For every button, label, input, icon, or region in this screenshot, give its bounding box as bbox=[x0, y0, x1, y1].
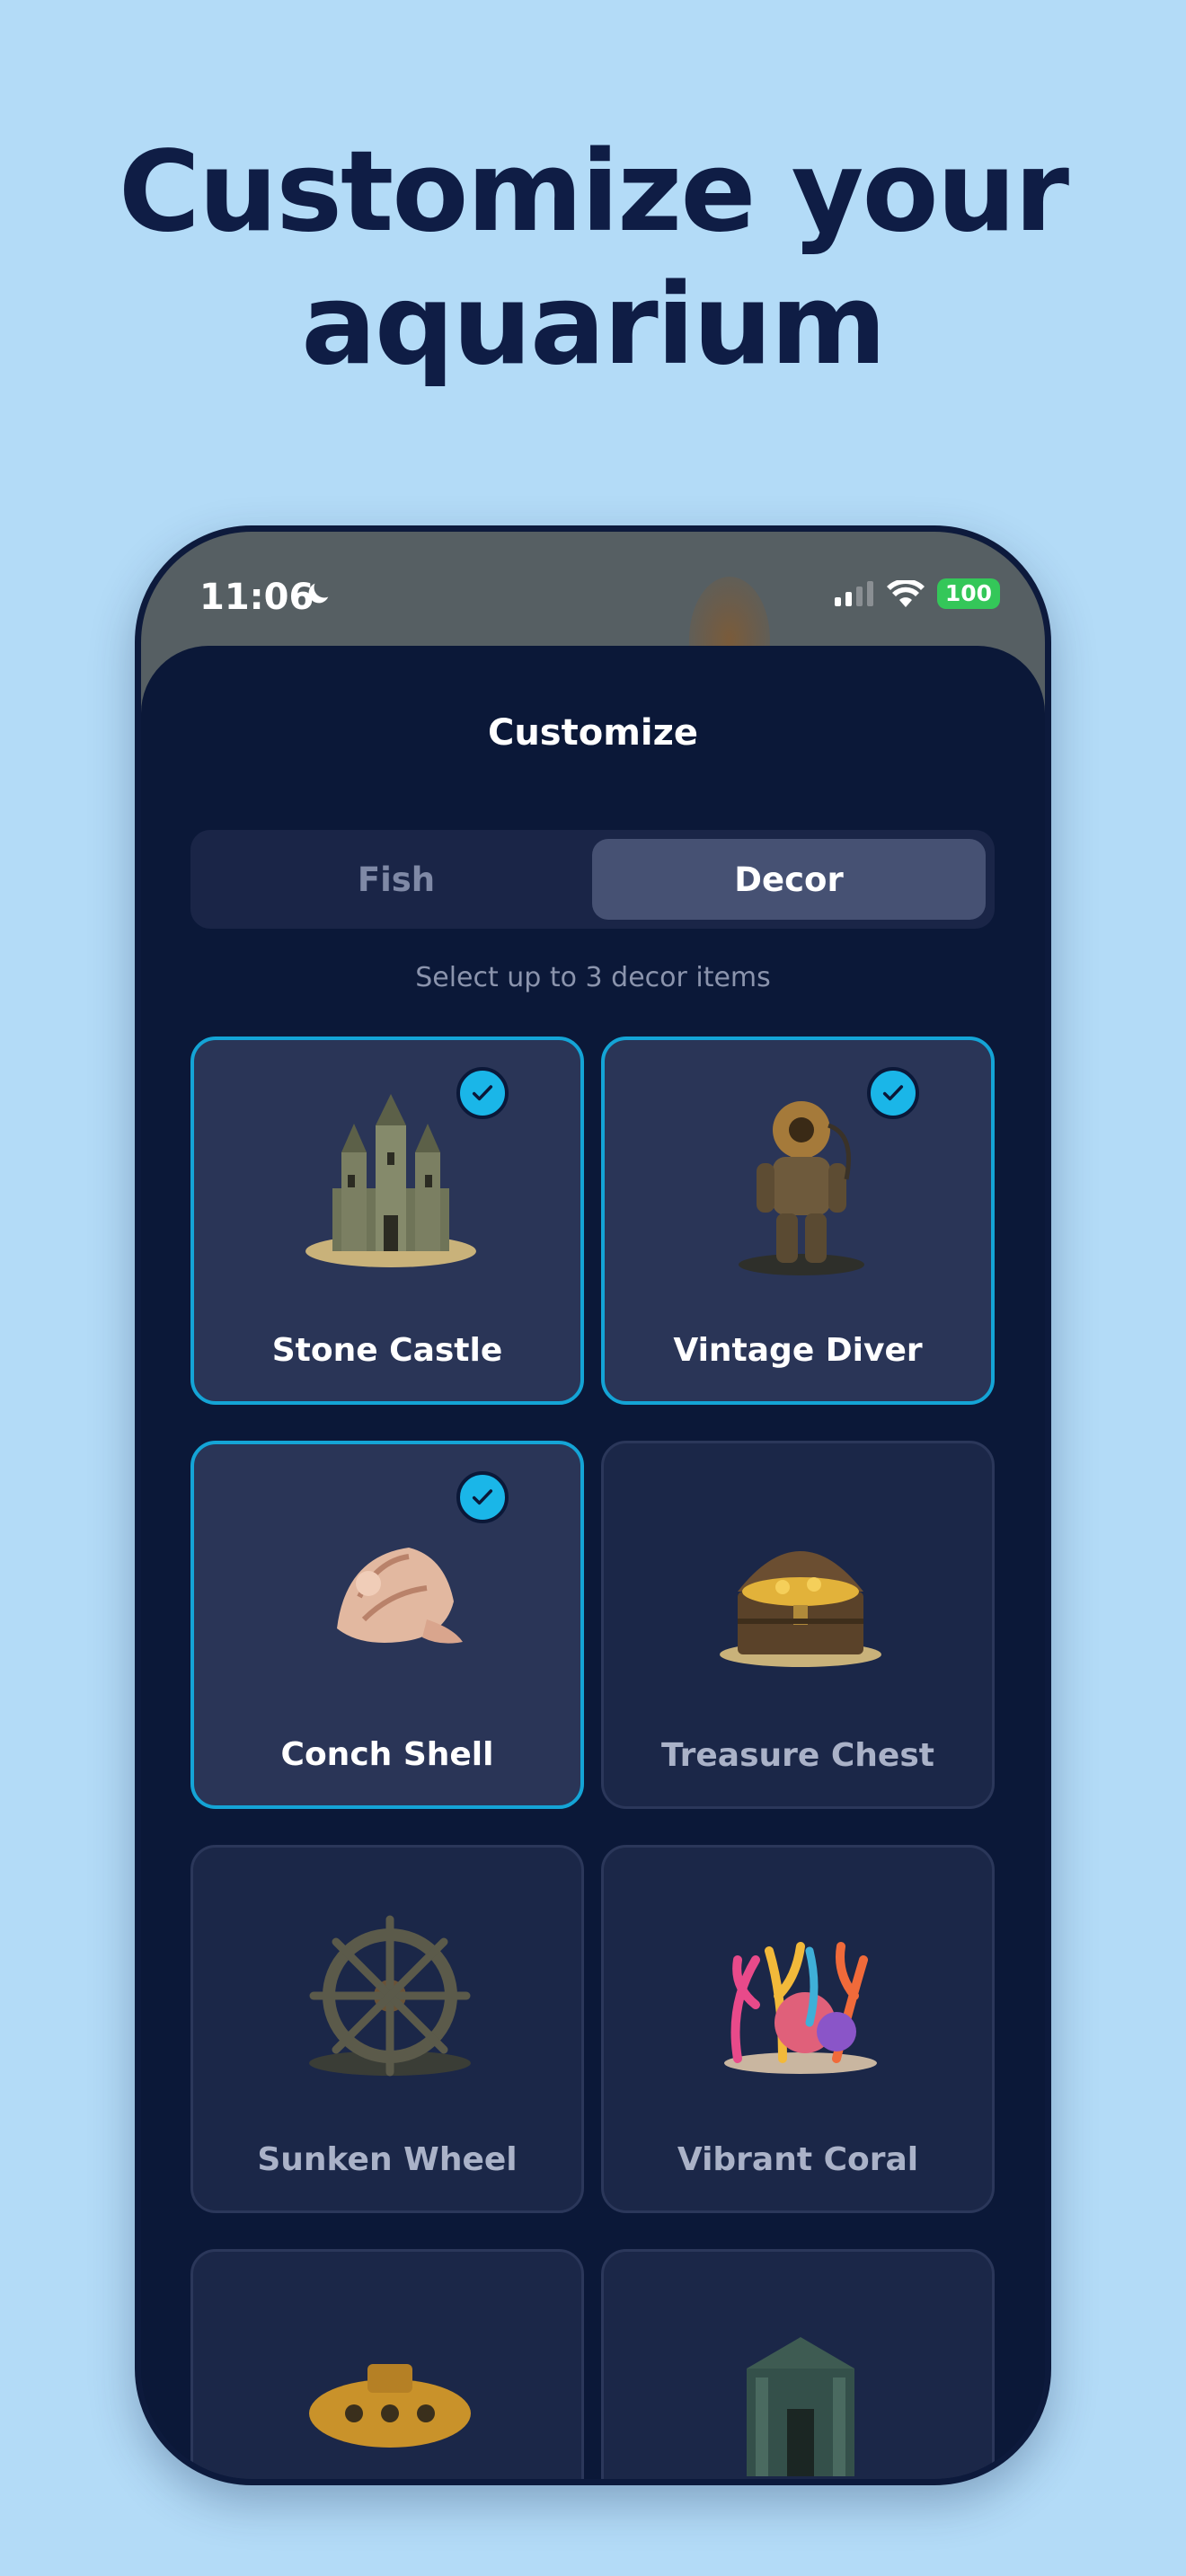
ship-wheel-icon bbox=[309, 1915, 471, 2077]
decor-card-sunken-wheel[interactable]: Sunken Wheel bbox=[190, 1845, 584, 2213]
treasure-chest-icon bbox=[720, 1551, 881, 1667]
tab-fish[interactable]: Fish bbox=[199, 839, 593, 920]
tab-decor[interactable]: Decor bbox=[592, 839, 986, 920]
decor-card-stone-castle[interactable]: Stone Castle bbox=[190, 1037, 584, 1405]
decor-card-submarine[interactable] bbox=[190, 2249, 584, 2479]
decor-card-conch-shell[interactable]: Conch Shell bbox=[190, 1441, 584, 1809]
battery-indicator: 100 bbox=[936, 578, 1000, 609]
sheet-title: Customize bbox=[487, 712, 699, 754]
shell-icon bbox=[337, 1548, 463, 1644]
decor-label: Vintage Diver bbox=[673, 1332, 923, 1369]
decor-label: Stone Castle bbox=[271, 1332, 503, 1369]
checkmark-icon bbox=[456, 1067, 509, 1119]
submarine-icon bbox=[309, 2364, 471, 2448]
headline-line-1: Customize your bbox=[118, 128, 1069, 257]
cellular-signal-icon bbox=[834, 581, 873, 606]
customize-sheet: Customize Fish Decor Select up to 3 deco… bbox=[141, 646, 1045, 2479]
decor-card-treasure-chest[interactable]: Treasure Chest bbox=[601, 1441, 995, 1809]
decor-label: Treasure Chest bbox=[661, 1737, 934, 1774]
decor-card-vintage-diver[interactable]: Vintage Diver bbox=[601, 1037, 995, 1405]
wifi-icon bbox=[886, 580, 925, 607]
status-bar: 11:06 100 bbox=[141, 532, 1045, 631]
decor-card-vibrant-coral[interactable]: Vibrant Coral bbox=[601, 1845, 995, 2213]
decor-label: Vibrant Coral bbox=[677, 2141, 919, 2178]
selection-hint: Select up to 3 decor items bbox=[415, 962, 771, 993]
decor-label: Conch Shell bbox=[280, 1736, 494, 1773]
checkmark-icon bbox=[867, 1067, 919, 1119]
checkmark-icon bbox=[456, 1471, 509, 1523]
decor-label: Sunken Wheel bbox=[257, 2141, 518, 2178]
phone-frame: 11:06 100 Customize Fish Decor Select up… bbox=[135, 525, 1051, 2485]
moon-icon bbox=[308, 583, 329, 604]
coral-icon bbox=[724, 1942, 877, 2074]
headline-line-2: aquarium bbox=[301, 260, 887, 390]
temple-ruin-icon bbox=[747, 2337, 854, 2476]
page-headline: Customize your aquarium bbox=[0, 126, 1186, 392]
castle-icon bbox=[305, 1094, 476, 1267]
diver-icon bbox=[739, 1101, 864, 1275]
decor-card-temple-ruin[interactable] bbox=[601, 2249, 995, 2479]
segmented-control: Fish Decor bbox=[190, 830, 995, 929]
status-time: 11:06 bbox=[199, 577, 314, 618]
